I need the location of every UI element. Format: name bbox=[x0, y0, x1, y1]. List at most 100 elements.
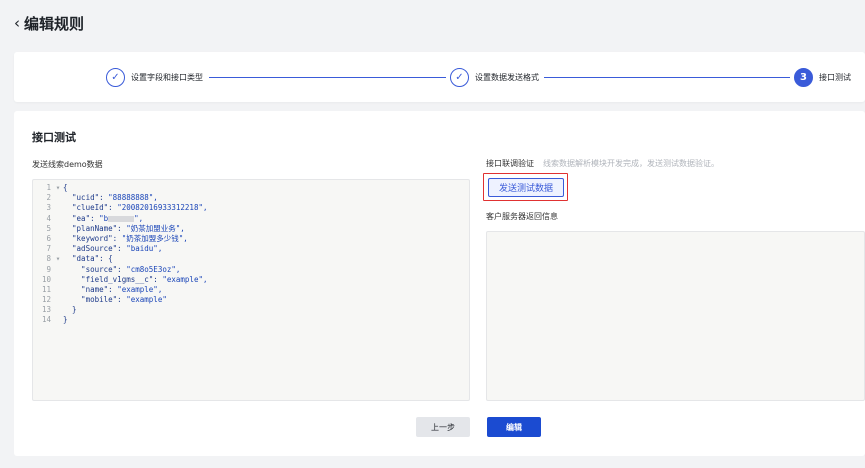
response-label: 客户服务器返回信息 bbox=[486, 212, 558, 221]
code-key: "planName": bbox=[63, 223, 127, 233]
code-key: "mobile": bbox=[63, 295, 127, 305]
step-2-label: 设置数据发送格式 bbox=[475, 72, 539, 82]
page-title: 编辑规则 bbox=[24, 14, 85, 33]
code-value-tail: ", bbox=[134, 213, 144, 223]
code-line: 12 "mobile": "example" bbox=[33, 295, 469, 305]
code-key: "clueId": bbox=[63, 203, 118, 213]
code-line: 13 } bbox=[33, 305, 469, 315]
code-line: 11 "name": "example", bbox=[33, 285, 469, 295]
fold-arrow-icon[interactable]: ▾ bbox=[53, 183, 63, 193]
code-line: 6 "keyword": "奶茶加盟多少钱", bbox=[33, 234, 469, 244]
code-key: "ea": bbox=[63, 213, 100, 223]
code-text: } bbox=[63, 305, 77, 315]
fold-arrow-icon[interactable]: ▾ bbox=[53, 254, 63, 264]
line-number: 13 bbox=[41, 305, 51, 315]
code-text: "source": "cm8o5E3oz", bbox=[63, 265, 180, 275]
code-text: { bbox=[63, 183, 68, 192]
code-line: 14} bbox=[33, 315, 469, 325]
step-1-label: 设置字段和接口类型 bbox=[131, 72, 203, 82]
line-number: 3 bbox=[46, 203, 51, 213]
top-bar: ‹ 编辑规则 bbox=[0, 0, 865, 46]
fold-arrow-icon bbox=[53, 315, 63, 325]
code-text: "keyword": "奶茶加盟多少钱", bbox=[63, 234, 188, 244]
code-line: 8 ▾ "data": { bbox=[33, 254, 469, 264]
fold-arrow-icon bbox=[53, 285, 63, 295]
code-key: "keyword": bbox=[63, 233, 122, 243]
code-text: "ucid": "88888888", bbox=[63, 193, 158, 203]
code-value: "example", bbox=[162, 274, 208, 284]
fold-arrow-icon bbox=[53, 214, 63, 224]
code-text: "data": { bbox=[63, 254, 113, 264]
code-value: "cm8o5E3oz", bbox=[126, 264, 181, 274]
code-text: "clueId": "20082016933312218", bbox=[63, 203, 208, 213]
step-2: ✓ 设置数据发送格式 bbox=[450, 67, 539, 87]
code-value: "baidu", bbox=[126, 244, 163, 254]
code-line: 4 "ea": "b ", bbox=[33, 214, 469, 224]
step-3-label: 接口测试 bbox=[819, 72, 851, 82]
code-key: "ucid": bbox=[63, 193, 109, 203]
code-value: "奶茶加盟多少钱", bbox=[121, 233, 188, 243]
code-text: "mobile": "example" bbox=[63, 295, 167, 305]
code-line: 5 "planName": "奶茶加盟业务", bbox=[33, 224, 469, 234]
line-number: 5 bbox=[46, 223, 51, 233]
code-value: "88888888", bbox=[108, 193, 158, 203]
fold-arrow-icon bbox=[53, 275, 63, 285]
code-text: "name": "example", bbox=[63, 285, 162, 295]
fold-arrow-icon bbox=[53, 295, 63, 305]
chevron-left-icon[interactable]: ‹ bbox=[14, 14, 20, 32]
step-connector-2 bbox=[544, 77, 790, 78]
line-number: 11 bbox=[41, 284, 51, 294]
main-card: 接口测试 发送线索demo数据 1 ▾{2 "ucid": "88888888",… bbox=[14, 111, 865, 456]
code-line: 1 ▾{ bbox=[33, 183, 469, 193]
code-value: "b bbox=[99, 213, 109, 223]
code-line: 3 "clueId": "20082016933312218", bbox=[33, 203, 469, 213]
line-number: 1 bbox=[46, 183, 51, 192]
code-text: "ea": "b ", bbox=[63, 214, 143, 224]
code-value: "example", bbox=[117, 284, 163, 294]
code-value: "example" bbox=[126, 295, 167, 305]
code-key: "adSource": bbox=[63, 244, 127, 254]
prev-step-button[interactable]: 上一步 bbox=[416, 417, 470, 437]
line-number: 4 bbox=[46, 213, 51, 223]
code-key: "source": bbox=[63, 264, 127, 274]
fold-arrow-icon bbox=[53, 193, 63, 203]
response-box bbox=[486, 231, 865, 401]
line-number: 14 bbox=[41, 315, 51, 325]
code-text: } bbox=[63, 315, 68, 325]
code-editor[interactable]: 1 ▾{2 "ucid": "88888888", 3 "clueId": "200… bbox=[32, 179, 470, 401]
step-3-number: 3 bbox=[794, 67, 813, 87]
fold-arrow-icon bbox=[53, 244, 63, 254]
line-number: 6 bbox=[46, 233, 51, 243]
code-line: 10 "field_v1gms__c": "example", bbox=[33, 275, 469, 285]
demo-data-label: 发送线索demo数据 bbox=[32, 160, 103, 169]
code-value: "奶茶加盟业务", bbox=[126, 223, 185, 233]
verify-label-row: 接口联调验证 线索数据解析模块开发完成，发送测试数据验证。 bbox=[486, 158, 719, 169]
verify-label: 接口联调验证 bbox=[486, 159, 534, 168]
line-number: 12 bbox=[41, 295, 51, 305]
send-test-data-button[interactable]: 发送测试数据 bbox=[488, 178, 564, 197]
step-3: 3 接口测试 bbox=[794, 67, 851, 87]
steps-card: ✓ 设置字段和接口类型 ✓ 设置数据发送格式 3 接口测试 bbox=[14, 52, 865, 102]
line-number: 9 bbox=[46, 264, 51, 274]
line-number: 2 bbox=[46, 193, 51, 203]
section-title: 接口测试 bbox=[32, 131, 76, 144]
code-text: "planName": "奶茶加盟业务", bbox=[63, 224, 185, 234]
fold-arrow-icon bbox=[53, 234, 63, 244]
check-icon: ✓ bbox=[450, 67, 469, 87]
code-text: "field_v1gms__c": "example", bbox=[63, 274, 208, 285]
code-text: "adSource": "baidu", bbox=[63, 244, 162, 254]
fold-arrow-icon bbox=[53, 224, 63, 234]
edit-button[interactable]: 编辑 bbox=[487, 417, 541, 437]
line-number: 7 bbox=[46, 244, 51, 254]
verify-hint: 线索数据解析模块开发完成，发送测试数据验证。 bbox=[543, 159, 719, 168]
code-key: "field_v1gms__c": bbox=[63, 274, 163, 284]
code-line: 7 "adSource": "baidu", bbox=[33, 244, 469, 254]
code-line: 9 "source": "cm8o5E3oz", bbox=[33, 265, 469, 275]
code-value: "20082016933312218", bbox=[117, 203, 208, 213]
fold-arrow-icon bbox=[53, 265, 63, 275]
redacted-value bbox=[108, 215, 135, 222]
step-connector-1 bbox=[209, 77, 446, 78]
code-key: "name": bbox=[63, 284, 118, 294]
code-line: 2 "ucid": "88888888", bbox=[33, 193, 469, 203]
fold-arrow-icon bbox=[53, 203, 63, 213]
